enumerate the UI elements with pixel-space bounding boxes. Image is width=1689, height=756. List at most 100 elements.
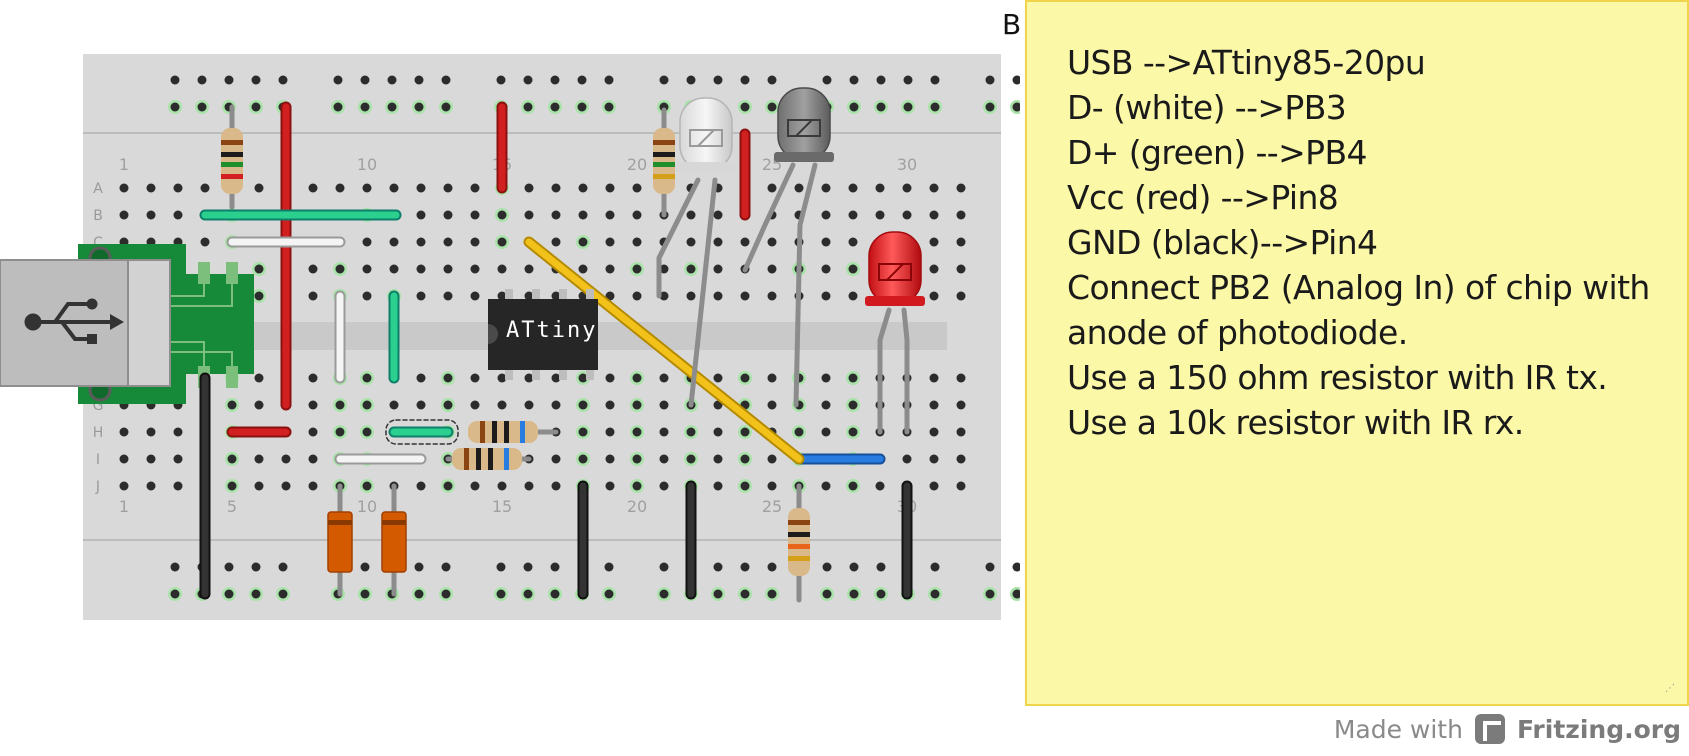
breadboard-hole [875,481,885,491]
breadboard-hole [146,210,156,220]
fritzing-credit: Made with Fritzing.org [1334,712,1681,746]
breadboard-hole [713,454,723,464]
breadboard-hole [360,425,374,439]
breadboard-hole [821,183,831,193]
breadboard-hole [605,481,615,491]
breadboard-hole [524,183,534,193]
breadboard-hole [173,427,183,437]
breadboard-hole [254,454,264,464]
breadboard-hole [548,587,562,601]
breadboard-hole [470,264,480,274]
column-number: 20 [627,497,647,516]
note-line: Vcc (red) -->Pin8 [1067,178,1339,217]
note-line: Connect PB2 (Analog In) of chip with [1067,268,1650,307]
breadboard-hole [767,400,777,410]
breadboard-hole [119,481,129,491]
breadboard-hole [524,264,534,274]
breadboard-hole [767,454,777,464]
breadboard-hole [713,237,723,247]
breadboard-hole [551,237,561,247]
breadboard-hole [632,183,642,193]
breadboard-hole [822,562,832,572]
breadboard-hole [684,452,698,466]
breadboard-hole [412,587,426,601]
breadboard-hole [333,425,347,439]
breadboard-hole [360,479,374,493]
breadboard-hole [738,452,752,466]
breadboard-hole [686,237,696,247]
breadboard-hole [902,210,912,220]
breadboard-hole [308,427,318,437]
breadboard-hole [956,400,966,410]
breadboard-hole [767,264,777,274]
breadboard-hole [740,291,750,301]
breadboard-hole [441,479,455,493]
breadboard-hole [146,454,156,464]
breadboard-hole [848,237,858,247]
breadboard-hole [551,454,561,464]
diode-1-band [328,520,352,525]
breadboard-hole [605,237,615,247]
breadboard-hole [308,183,318,193]
breadboard-hole [119,183,129,193]
breadboard-hole [523,75,533,85]
breadboard-hole [684,262,698,276]
breadboard-hole [876,75,886,85]
breadboard-hole [848,210,858,220]
row-letter: H [93,425,104,441]
breadboard-hole [956,237,966,247]
resize-grip-icon[interactable]: ⋰ [1665,684,1675,694]
breadboard-hole [308,481,318,491]
breadboard-hole [416,264,426,274]
breadboard-hole [443,210,453,220]
led-dark [774,87,834,162]
breadboard-hole [387,75,397,85]
breadboard-hole [956,481,966,491]
breadboard-hole [331,100,345,114]
breadboard-hole [956,210,966,220]
note-line: Use a 10k resistor with IR rx. [1067,403,1524,442]
breadboard-diagram: ABCDEFGHIJ 151015202530 151015202530 [0,54,1020,620]
breadboard-hole [333,398,347,412]
breadboard-hole [443,291,453,301]
breadboard-hole [956,373,966,383]
breadboard-hole [713,210,723,220]
breadboard-hole [605,427,615,437]
breadboard-hole [252,289,266,303]
breadboard-hole [605,454,615,464]
breadboard-hole [713,373,723,383]
breadboard-hole [602,587,616,601]
breadboard-hole [929,373,939,383]
breadboard-hole [251,75,261,85]
breadboard-hole [200,183,210,193]
breadboard-hole [524,481,534,491]
breadboard-hole [195,100,209,114]
breadboard-hole [576,235,590,249]
breadboard-hole [738,425,752,439]
breadboard-hole [278,75,288,85]
breadboard-hole [146,183,156,193]
breadboard-hole [846,371,860,385]
breadboard-hole [548,100,562,114]
breadboard-hole [443,264,453,274]
breadboard-hole [929,427,939,437]
breadboard-hole [767,237,777,247]
column-number: 15 [492,497,512,516]
breadboard-hole [497,400,507,410]
breadboard-hole [767,373,777,383]
breadboard-hole [470,237,480,247]
breadboard-hole [496,562,506,572]
breadboard-hole [173,481,183,491]
breadboard-hole [849,562,859,572]
column-number: 10 [357,497,377,516]
usb-pad-1 [198,262,210,284]
breadboard-hole [333,75,343,85]
breadboard-hole [985,562,995,572]
breadboard-hole [119,427,129,437]
breadboard-hole [874,100,888,114]
breadboard-hole [632,210,642,220]
sticky-note[interactable]: USB -->ATtiny85-20pu D- (white) -->PB3 D… [1025,0,1689,706]
breadboard-hole [605,183,615,193]
breadboard-hole [903,75,913,85]
breadboard-hole [821,237,831,247]
